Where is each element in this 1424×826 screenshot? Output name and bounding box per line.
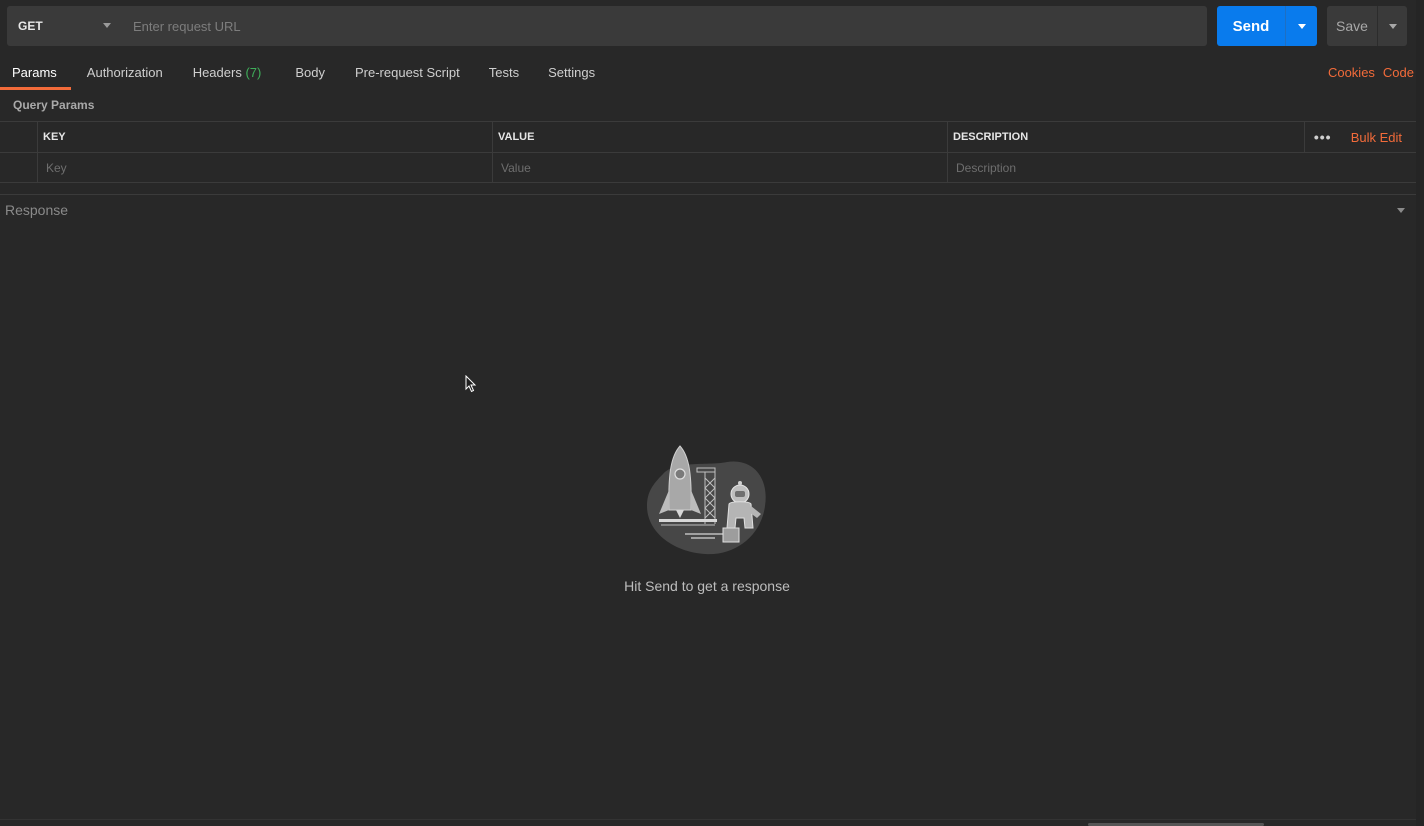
chevron-down-icon: [1297, 23, 1306, 29]
column-header-description-label: DESCRIPTION: [953, 131, 1029, 143]
query-params-table: KEY VALUE DESCRIPTION ••• Bulk Edit Key …: [0, 121, 1416, 183]
method-label: GET: [18, 19, 43, 33]
table-header-row: KEY VALUE DESCRIPTION ••• Bulk Edit: [0, 121, 1416, 152]
save-button-group: Save: [1327, 6, 1407, 46]
empty-response-message: Hit Send to get a response: [624, 578, 790, 594]
key-input[interactable]: Key: [38, 153, 493, 182]
row-handle: [0, 153, 38, 182]
method-dropdown[interactable]: GET: [7, 6, 123, 46]
column-header-key: KEY: [38, 122, 493, 152]
request-links: Cookies Code: [1328, 65, 1414, 80]
cookies-link[interactable]: Cookies: [1328, 65, 1375, 80]
tab-label: Headers: [192, 65, 242, 80]
tab-settings[interactable]: Settings: [548, 58, 595, 90]
response-title: Response: [5, 202, 69, 218]
value-input[interactable]: Value: [493, 153, 948, 182]
bottom-divider: [0, 819, 1416, 820]
tab-body[interactable]: Body: [295, 58, 325, 90]
tab-params[interactable]: Params: [0, 58, 71, 90]
collapse-response-icon[interactable]: [1397, 208, 1405, 213]
description-input[interactable]: Description: [948, 153, 1416, 182]
tab-label: Authorization: [86, 65, 163, 80]
tab-label: Body: [295, 65, 325, 80]
vertical-scrollbar[interactable]: [1416, 0, 1424, 826]
request-tabs: Params Authorization Headers (7) Body Pr…: [0, 58, 595, 90]
save-button[interactable]: Save: [1327, 6, 1377, 46]
send-button[interactable]: Send: [1217, 6, 1285, 46]
more-options-icon[interactable]: •••: [1303, 122, 1341, 152]
send-button-group: Send: [1217, 6, 1317, 46]
request-builder: { "request": { "method": "GET", "url_pla…: [0, 0, 1424, 826]
column-header-description: DESCRIPTION ••• Bulk Edit: [948, 122, 1416, 152]
tab-authorization[interactable]: Authorization: [87, 58, 163, 90]
table-tools: ••• Bulk Edit: [1303, 122, 1416, 152]
column-header-value: VALUE: [493, 122, 948, 152]
response-divider: [0, 194, 1416, 195]
url-input[interactable]: [123, 6, 1207, 46]
tab-tests[interactable]: Tests: [489, 58, 519, 90]
save-options-button[interactable]: [1377, 6, 1407, 46]
tab-label: Settings: [548, 65, 596, 80]
tab-label: Tests: [488, 65, 520, 80]
mouse-cursor-icon: [465, 375, 477, 393]
tab-headers[interactable]: Headers (7): [193, 58, 262, 90]
table-row: Key Value Description: [0, 152, 1416, 183]
chevron-down-icon: [103, 23, 111, 28]
send-options-button[interactable]: [1285, 6, 1317, 46]
bulk-edit-link[interactable]: Bulk Edit: [1341, 130, 1416, 145]
headers-count-badge: (7): [245, 65, 262, 80]
tab-label: Params: [12, 65, 57, 80]
row-handle-header: [0, 122, 38, 152]
tab-label: Pre-request Script: [354, 65, 460, 80]
tab-pre-request-script[interactable]: Pre-request Script: [355, 58, 460, 90]
rocket-astronaut-illustration: [647, 445, 766, 555]
query-params-label: Query Params: [13, 98, 95, 112]
code-link[interactable]: Code: [1383, 65, 1414, 80]
chevron-down-icon: [1388, 23, 1397, 29]
